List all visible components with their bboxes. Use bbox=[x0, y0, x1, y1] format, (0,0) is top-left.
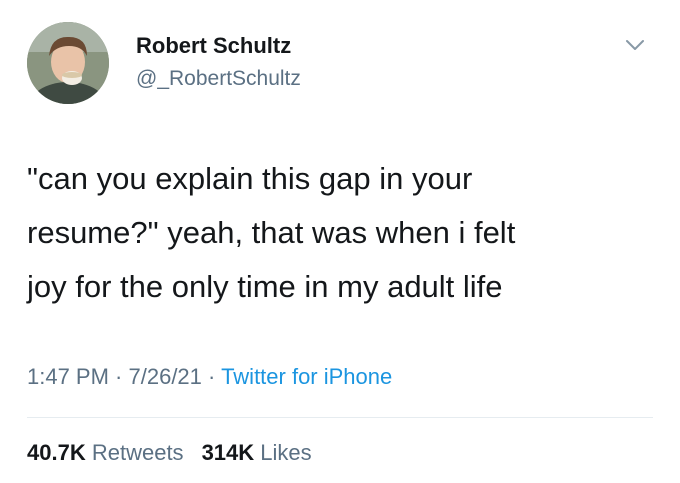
likes-label: Likes bbox=[260, 440, 312, 465]
tweet-card: Robert Schultz @_RobertSchultz "can you … bbox=[0, 0, 680, 483]
avatar[interactable] bbox=[27, 22, 109, 104]
profile-photo bbox=[27, 22, 109, 104]
tweet-metadata: 1:47 PM · 7/26/21 · Twitter for iPhone bbox=[27, 364, 392, 390]
tweet-text-line: "can you explain this gap in your bbox=[27, 161, 473, 196]
author-handle[interactable]: @_RobertSchultz bbox=[136, 67, 301, 91]
separator: · bbox=[108, 364, 129, 389]
separator: · bbox=[201, 364, 222, 389]
tweet-source-link[interactable]: Twitter for iPhone bbox=[221, 364, 392, 389]
retweets-count: 40.7K bbox=[27, 440, 86, 465]
chevron-down-icon[interactable] bbox=[622, 32, 648, 58]
tweet-text: "can you explain this gap in your resume… bbox=[27, 152, 647, 314]
tweet-date[interactable]: 7/26/21 bbox=[129, 364, 202, 389]
tweet-text-line: resume?" yeah, that was when i felt bbox=[27, 215, 516, 250]
author-name[interactable]: Robert Schultz bbox=[136, 33, 291, 59]
likes-count: 314K bbox=[201, 440, 255, 465]
likes-stat[interactable]: 314K Likes bbox=[202, 440, 312, 465]
retweets-stat[interactable]: 40.7K Retweets bbox=[27, 440, 184, 465]
tweet-text-line: joy for the only time in my adult life bbox=[27, 269, 503, 304]
tweet-time[interactable]: 1:47 PM bbox=[27, 364, 109, 389]
retweets-label: Retweets bbox=[91, 440, 184, 465]
divider bbox=[27, 417, 653, 418]
tweet-stats: 40.7K Retweets 314K Likes bbox=[27, 440, 312, 466]
